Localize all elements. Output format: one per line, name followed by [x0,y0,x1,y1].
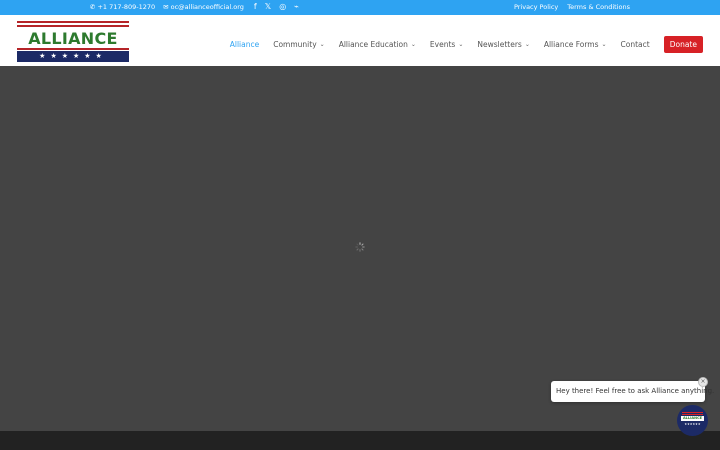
email-address: oc@allianceofficial.org [170,3,244,11]
nav-item-label: Community [273,40,317,49]
chevron-down-icon: ⌄ [601,41,607,48]
launcher-logo-stripe [682,414,703,415]
nav-item-label: Events [429,40,456,49]
chevron-down-icon: ⌄ [458,41,464,48]
nav-item-label: Alliance Forms [543,40,599,49]
nav-item-newsletters[interactable]: Newsletters ⌄ [477,40,529,49]
launcher-logo-stars: ★★★★★★ [681,422,704,426]
nav-item-label: Contact [620,40,650,49]
privacy-policy-link[interactable]: Privacy Policy [514,3,558,11]
chat-launcher-button[interactable]: ALLIANCE ★★★★★★ [677,405,708,436]
nav-item-community[interactable]: Community ⌄ [273,40,324,49]
chevron-down-icon: ⌄ [524,41,530,48]
nav-item-alliance[interactable]: Alliance [230,40,259,49]
site-header: ALLIANCE ★★★★★★ Alliance Community ⌄ All… [0,15,720,66]
logo-stripe [17,21,129,23]
chevron-down-icon: ⌄ [319,41,325,48]
logo-stars: ★★★★★★ [17,51,129,62]
phone-icon: ✆ [90,3,96,11]
launcher-logo-stripe [682,412,703,413]
nav-item-label: Newsletters [477,40,522,49]
close-icon[interactable]: × [698,377,708,387]
nav-item-alliance-forms[interactable]: Alliance Forms ⌄ [544,40,607,49]
logo-stripe [17,48,129,50]
social-links: f 𝕏 ◎ ⌁ [254,3,299,11]
nav-item-events[interactable]: Events ⌄ [430,40,463,49]
envelope-icon: ✉ [163,3,169,11]
instagram-icon[interactable]: ◎ [279,3,286,11]
terms-link[interactable]: Terms & Conditions [567,3,630,11]
top-bar-contact: ✆ +1 717-809-1270 ✉ oc@allianceofficial.… [90,3,299,12]
chat-greeting-text: Hey there! Feel free to ask Alliance any… [556,387,715,395]
nav-item-label: Alliance [229,40,260,49]
alliance-logo[interactable]: ALLIANCE ★★★★★★ [17,21,129,62]
donate-button[interactable]: Donate [663,36,703,53]
phone-link[interactable]: ✆ +1 717-809-1270 [90,3,155,11]
nav-item-label: Alliance Education [338,40,408,49]
launcher-logo-word: ALLIANCE [681,416,704,421]
facebook-icon[interactable]: f [254,3,257,11]
rss-icon[interactable]: ⌁ [294,3,299,11]
main-nav: Alliance Community ⌄ Alliance Education … [230,36,703,53]
loading-overlay [0,66,720,431]
top-bar-links: Privacy Policy Terms & Conditions [514,3,630,11]
logo-wordmark: ALLIANCE [28,29,118,48]
nav-item-contact[interactable]: Contact [621,40,650,49]
nav-item-alliance-education[interactable]: Alliance Education ⌄ [339,40,416,49]
footer-bar [0,431,720,450]
phone-number: +1 717-809-1270 [97,3,156,11]
top-bar: ✆ +1 717-809-1270 ✉ oc@allianceofficial.… [0,0,720,15]
chevron-down-icon: ⌄ [410,41,416,48]
chat-greeting-bubble[interactable]: Hey there! Feel free to ask Alliance any… [551,381,714,402]
loading-spinner-icon [355,242,365,252]
logo-stripe [17,25,129,27]
email-link[interactable]: ✉ oc@allianceofficial.org [163,3,244,11]
x-icon[interactable]: 𝕏 [265,3,271,11]
